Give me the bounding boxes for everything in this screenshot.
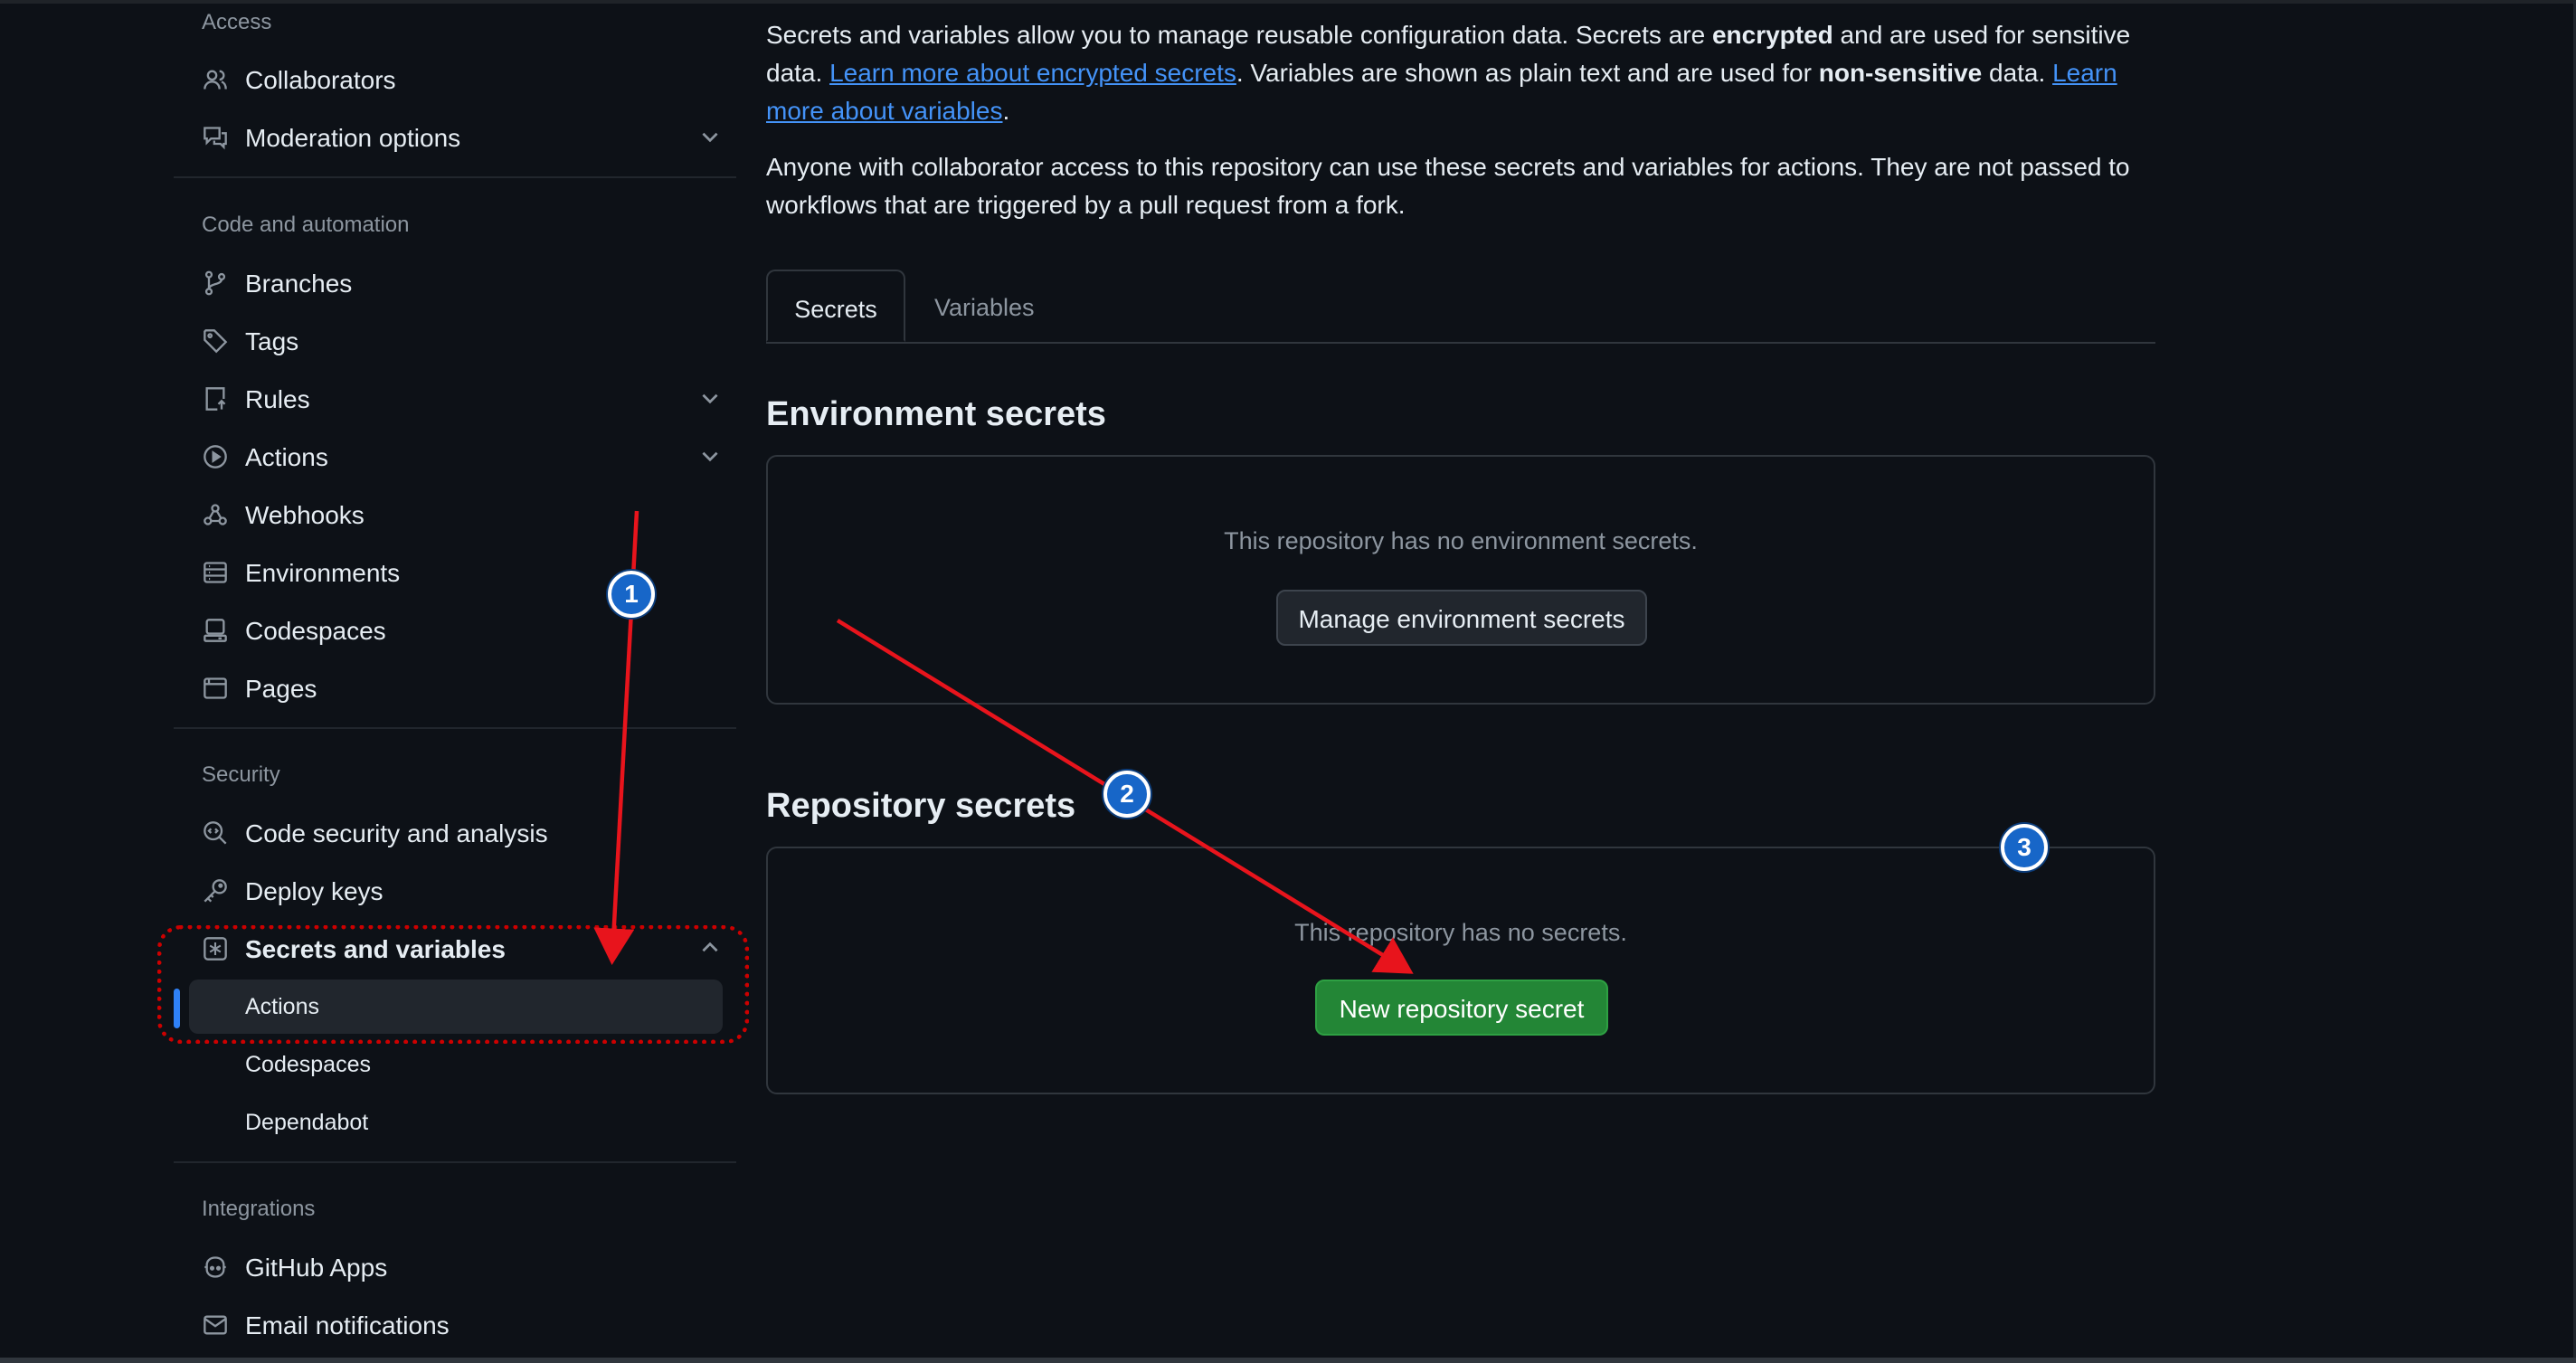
learn-more-secrets-link[interactable]: Learn more about encrypted secrets bbox=[829, 59, 1236, 87]
key-icon bbox=[203, 878, 228, 904]
sidebar-item-moderation-options[interactable]: Moderation options bbox=[192, 112, 725, 163]
intro-paragraph: Secrets and variables allow you to manag… bbox=[766, 16, 2159, 130]
browser-icon bbox=[203, 676, 228, 701]
play-icon bbox=[203, 444, 228, 469]
section-title-security: Security bbox=[202, 762, 280, 787]
copilot-apps-icon bbox=[203, 1254, 228, 1280]
sidebar-item-rules[interactable]: Rules bbox=[192, 374, 725, 424]
sidebar-item-github-apps[interactable]: GitHub Apps bbox=[192, 1242, 725, 1292]
sidebar-item-label: Rules bbox=[245, 385, 310, 413]
button-label: Manage environment secrets bbox=[1298, 605, 1625, 633]
button-label: New repository secret bbox=[1339, 995, 1585, 1023]
tab-label: Secrets bbox=[794, 296, 877, 323]
repo-push-icon bbox=[203, 386, 228, 412]
sidebar-item-label: Environments bbox=[245, 559, 401, 587]
tab-variables[interactable]: Variables bbox=[934, 270, 1043, 342]
new-repository-secret-button[interactable]: New repository secret bbox=[1315, 980, 1608, 1036]
people-icon bbox=[203, 67, 228, 92]
repository-secrets-heading: Repository secrets bbox=[766, 787, 1076, 825]
sidebar-divider bbox=[174, 1161, 736, 1163]
manage-environment-secrets-button[interactable]: Manage environment secrets bbox=[1276, 590, 1647, 646]
sidebar-item-email-notifications[interactable]: Email notifications bbox=[192, 1300, 725, 1350]
sidebar-subitem-dependabot[interactable]: Dependabot bbox=[189, 1095, 723, 1150]
sidebar-item-label: Pages bbox=[245, 675, 317, 703]
server-icon bbox=[203, 560, 228, 585]
repository-secrets-panel: This repository has no secrets. New repo… bbox=[766, 847, 2155, 1094]
sidebar-item-label: Deploy keys bbox=[245, 877, 384, 905]
sidebar-item-label: GitHub Apps bbox=[245, 1254, 388, 1282]
sidebar-item-actions[interactable]: Actions bbox=[192, 431, 725, 482]
sidebar-subitem-label: Dependabot bbox=[245, 1110, 369, 1135]
sidebar-item-tags[interactable]: Tags bbox=[192, 316, 725, 366]
window-bottom-edge bbox=[0, 1358, 2576, 1363]
settings-sidebar: Access Collaborators Moderation options … bbox=[174, 0, 736, 1363]
secrets-variables-tabs: Secrets Variables bbox=[766, 270, 2155, 344]
sidebar-item-branches[interactable]: Branches bbox=[192, 258, 725, 308]
intro-emphasis: non-sensitive bbox=[1818, 59, 1983, 87]
section-title-access: Access bbox=[202, 10, 272, 34]
environment-secrets-heading: Environment secrets bbox=[766, 395, 1106, 433]
sidebar-divider bbox=[174, 727, 736, 729]
sidebar-item-collaborators[interactable]: Collaborators bbox=[192, 54, 725, 105]
highlight-box-secrets-menu bbox=[157, 925, 749, 1044]
sidebar-item-code-security[interactable]: Code security and analysis bbox=[192, 808, 725, 858]
sidebar-item-label: Actions bbox=[245, 443, 328, 471]
sidebar-item-pages[interactable]: Pages bbox=[192, 663, 725, 714]
sidebar-item-deploy-keys[interactable]: Deploy keys bbox=[192, 866, 725, 916]
sidebar-item-label: Tags bbox=[245, 327, 299, 355]
sidebar-divider bbox=[174, 176, 736, 178]
chevron-down-icon[interactable] bbox=[698, 125, 722, 148]
chevron-down-icon[interactable] bbox=[698, 386, 722, 410]
section-title-code-automation: Code and automation bbox=[202, 213, 410, 237]
chevron-down-icon[interactable] bbox=[698, 444, 722, 468]
environment-secrets-empty-message: This repository has no environment secre… bbox=[1224, 527, 1698, 554]
tag-icon bbox=[203, 328, 228, 354]
intro-text: Secrets and variables allow you to manag… bbox=[766, 21, 1712, 49]
intro-text: . Variables are shown as plain text and … bbox=[1236, 59, 1819, 87]
webhook-icon bbox=[203, 502, 228, 527]
sidebar-item-label: Codespaces bbox=[245, 617, 386, 645]
environment-secrets-panel: This repository has no environment secre… bbox=[766, 455, 2155, 705]
sidebar-item-label: Email notifications bbox=[245, 1311, 450, 1339]
git-branch-icon bbox=[203, 270, 228, 296]
step-badge-1: 1 bbox=[608, 571, 655, 618]
sidebar-item-label: Moderation options bbox=[245, 124, 461, 152]
sidebar-subitem-label: Codespaces bbox=[245, 1052, 371, 1077]
sidebar-item-label: Collaborators bbox=[245, 66, 396, 94]
tab-secrets[interactable]: Secrets bbox=[766, 270, 905, 342]
sidebar-item-label: Branches bbox=[245, 270, 353, 298]
sidebar-subitem-codespaces[interactable]: Codespaces bbox=[189, 1037, 723, 1092]
intro-text: data. bbox=[1982, 59, 2053, 87]
collaborator-note: Anyone with collaborator access to this … bbox=[766, 153, 2130, 219]
sidebar-item-label: Code security and analysis bbox=[245, 819, 548, 847]
intro-text: . bbox=[1002, 97, 1010, 125]
step-badge-3: 3 bbox=[2001, 824, 2048, 871]
section-title-integrations: Integrations bbox=[202, 1197, 316, 1221]
repository-secrets-empty-message: This repository has no secrets. bbox=[1294, 919, 1627, 946]
mail-icon bbox=[203, 1312, 228, 1338]
codescan-icon bbox=[203, 820, 228, 846]
sidebar-item-label: Webhooks bbox=[245, 501, 365, 529]
comment-discussion-icon bbox=[203, 125, 228, 150]
codespaces-icon bbox=[203, 618, 228, 643]
step-badge-2: 2 bbox=[1103, 771, 1151, 818]
sidebar-item-webhooks[interactable]: Webhooks bbox=[192, 489, 725, 540]
tab-label: Variables bbox=[934, 294, 1035, 321]
intro-emphasis: encrypted bbox=[1711, 21, 1833, 49]
